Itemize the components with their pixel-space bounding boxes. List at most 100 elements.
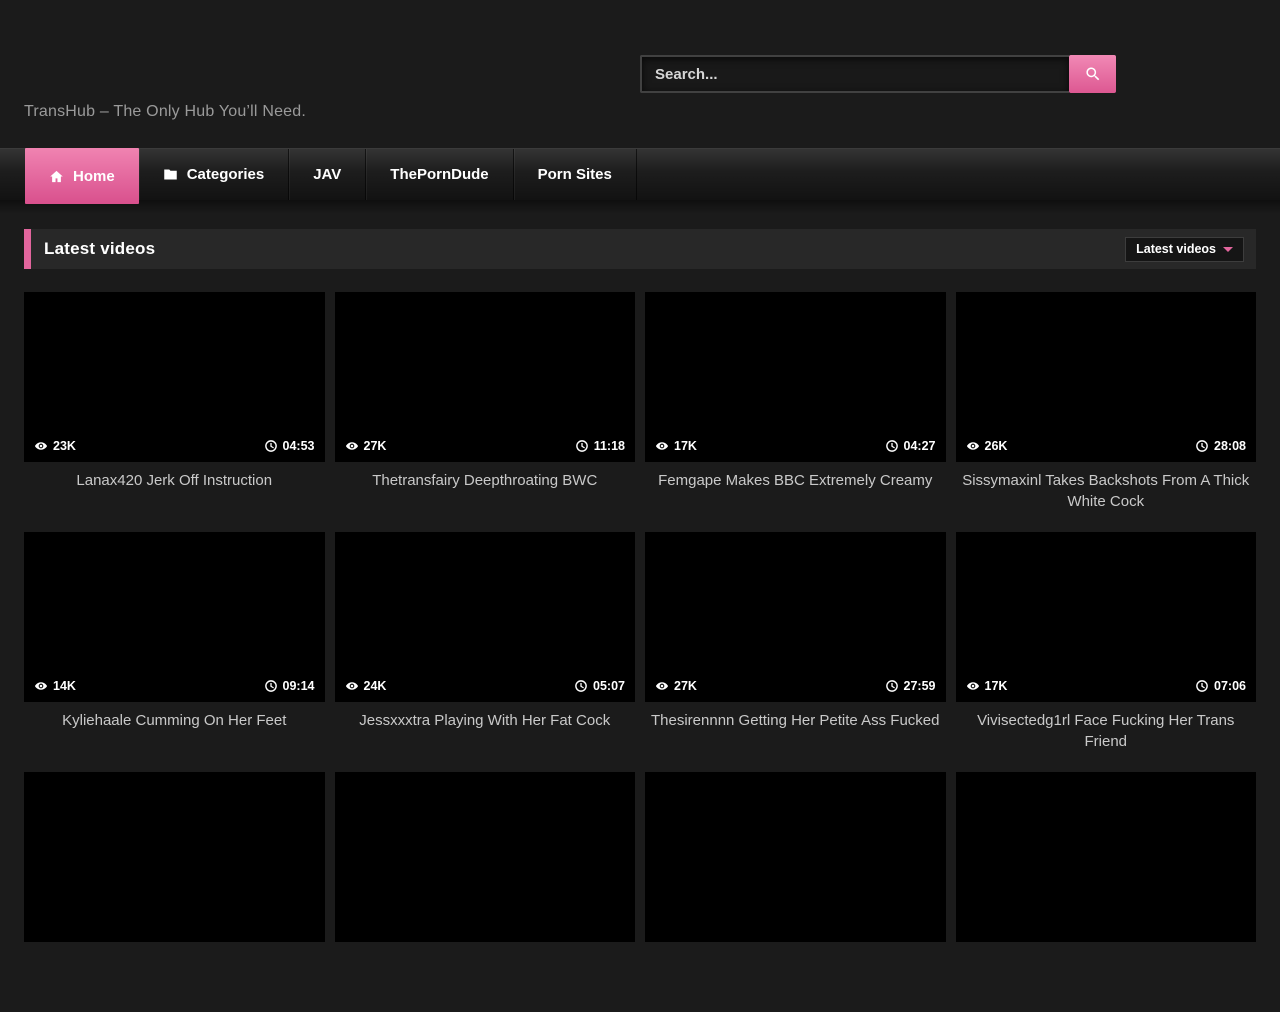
video-meta: 23K 04:53 [24,439,325,462]
video-card[interactable]: 23K 04:53 Lanax420 Jerk Off Instruction [24,292,325,532]
video-meta: 17K 04:27 [645,439,946,462]
video-duration: 07:06 [1195,679,1246,693]
clock-icon [264,679,278,693]
video-card[interactable]: 17K 07:06 Vivisectedg1rl Face Fucking He… [956,532,1257,772]
search-input[interactable] [640,55,1069,93]
video-card[interactable]: 17K 04:27 Femgape Makes BBC Extremely Cr… [645,292,946,532]
video-duration: 05:07 [574,679,625,693]
video-title[interactable]: Jessxxxtra Playing With Her Fat Cock [335,710,636,731]
top-header: TransHub – The Only Hub You’ll Need. [0,0,1280,148]
chevron-down-icon [1223,247,1233,252]
eye-icon [966,679,980,693]
video-title[interactable]: Thetransfairy Deepthroating BWC [335,470,636,491]
clock-icon [575,439,589,453]
folder-icon [163,167,178,182]
nav-item-home[interactable]: Home [25,148,139,204]
search-icon [1084,65,1102,83]
video-card[interactable] [645,772,946,1012]
eye-icon [345,439,359,453]
video-thumbnail[interactable]: 23K 04:53 [24,292,325,462]
video-card[interactable]: 27K 27:59 Thesirennnn Getting Her Petite… [645,532,946,772]
eye-icon [966,439,980,453]
video-duration: 27:59 [885,679,936,693]
video-meta: 27K 11:18 [335,439,636,462]
view-count: 23K [34,439,76,453]
video-meta: 17K 07:06 [956,679,1257,702]
video-meta: 27K 27:59 [645,679,946,702]
view-count: 14K [34,679,76,693]
video-meta: 14K 09:14 [24,679,325,702]
section-title: Latest videos [44,239,155,259]
view-count: 27K [345,439,387,453]
view-count-text: 17K [674,439,697,453]
view-count-text: 27K [674,679,697,693]
duration-text: 11:18 [594,439,625,453]
clock-icon [1195,439,1209,453]
clock-icon [1195,679,1209,693]
view-count-text: 14K [53,679,76,693]
video-title[interactable]: Kyliehaale Cumming On Her Feet [24,710,325,731]
video-card[interactable] [956,772,1257,1012]
view-count: 17K [966,679,1008,693]
clock-icon [885,679,899,693]
video-card[interactable]: 14K 09:14 Kyliehaale Cumming On Her Feet [24,532,325,772]
eye-icon [34,439,48,453]
view-count: 27K [655,679,697,693]
view-count: 24K [345,679,387,693]
view-count-text: 24K [364,679,387,693]
video-card[interactable]: 24K 05:07 Jessxxxtra Playing With Her Fa… [335,532,636,772]
video-thumbnail[interactable] [335,772,636,942]
video-thumbnail[interactable]: 27K 27:59 [645,532,946,702]
duration-text: 09:14 [283,679,315,693]
eye-icon [655,679,669,693]
main-navbar: Home Categories JAV ThePornDude Porn Sit… [0,148,1280,200]
video-title[interactable]: Femgape Makes BBC Extremely Creamy [645,470,946,491]
video-thumbnail[interactable]: 14K 09:14 [24,532,325,702]
clock-icon [574,679,588,693]
video-thumbnail[interactable]: 27K 11:18 [335,292,636,462]
video-thumbnail[interactable] [24,772,325,942]
eye-icon [655,439,669,453]
nav-label: Porn Sites [538,166,612,183]
search-box [640,55,1116,93]
video-title[interactable]: Vivisectedg1rl Face Fucking Her Trans Fr… [956,710,1257,752]
video-title[interactable]: Thesirennnn Getting Her Petite Ass Fucke… [645,710,946,731]
video-card[interactable]: 27K 11:18 Thetransfairy Deepthroating BW… [335,292,636,532]
nav-item-theporndude[interactable]: ThePornDude [366,149,513,200]
eye-icon [345,679,359,693]
video-thumbnail[interactable]: 26K 28:08 [956,292,1257,462]
duration-text: 04:53 [283,439,315,453]
view-count: 26K [966,439,1008,453]
video-card[interactable] [335,772,636,1012]
nav-label: Home [73,168,115,185]
duration-text: 28:08 [1214,439,1246,453]
search-button[interactable] [1069,55,1116,93]
view-count-text: 27K [364,439,387,453]
navbar-shadow [0,200,1280,214]
site-tagline: TransHub – The Only Hub You’ll Need. [24,103,306,121]
nav-item-porn-sites[interactable]: Porn Sites [514,149,637,200]
video-title[interactable]: Lanax420 Jerk Off Instruction [24,470,325,491]
view-count-text: 17K [985,679,1008,693]
video-thumbnail[interactable] [956,772,1257,942]
view-count-text: 23K [53,439,76,453]
video-thumbnail[interactable]: 17K 04:27 [645,292,946,462]
video-thumbnail[interactable]: 17K 07:06 [956,532,1257,702]
video-grid: 23K 04:53 Lanax420 Jerk Off Instruction [24,292,1256,1012]
video-card[interactable] [24,772,325,1012]
sort-dropdown[interactable]: Latest videos [1125,237,1244,262]
duration-text: 27:59 [904,679,936,693]
nav-item-jav[interactable]: JAV [289,149,366,200]
duration-text: 04:27 [904,439,936,453]
nav-item-categories[interactable]: Categories [139,149,290,200]
video-duration: 04:27 [885,439,936,453]
duration-text: 07:06 [1214,679,1246,693]
video-thumbnail[interactable]: 24K 05:07 [335,532,636,702]
video-card[interactable]: 26K 28:08 Sissymaxinl Takes Backshots Fr… [956,292,1257,532]
video-duration: 09:14 [264,679,315,693]
clock-icon [264,439,278,453]
video-thumbnail[interactable] [645,772,946,942]
video-title[interactable]: Sissymaxinl Takes Backshots From A Thick… [956,470,1257,512]
video-duration: 11:18 [575,439,625,453]
view-count: 17K [655,439,697,453]
